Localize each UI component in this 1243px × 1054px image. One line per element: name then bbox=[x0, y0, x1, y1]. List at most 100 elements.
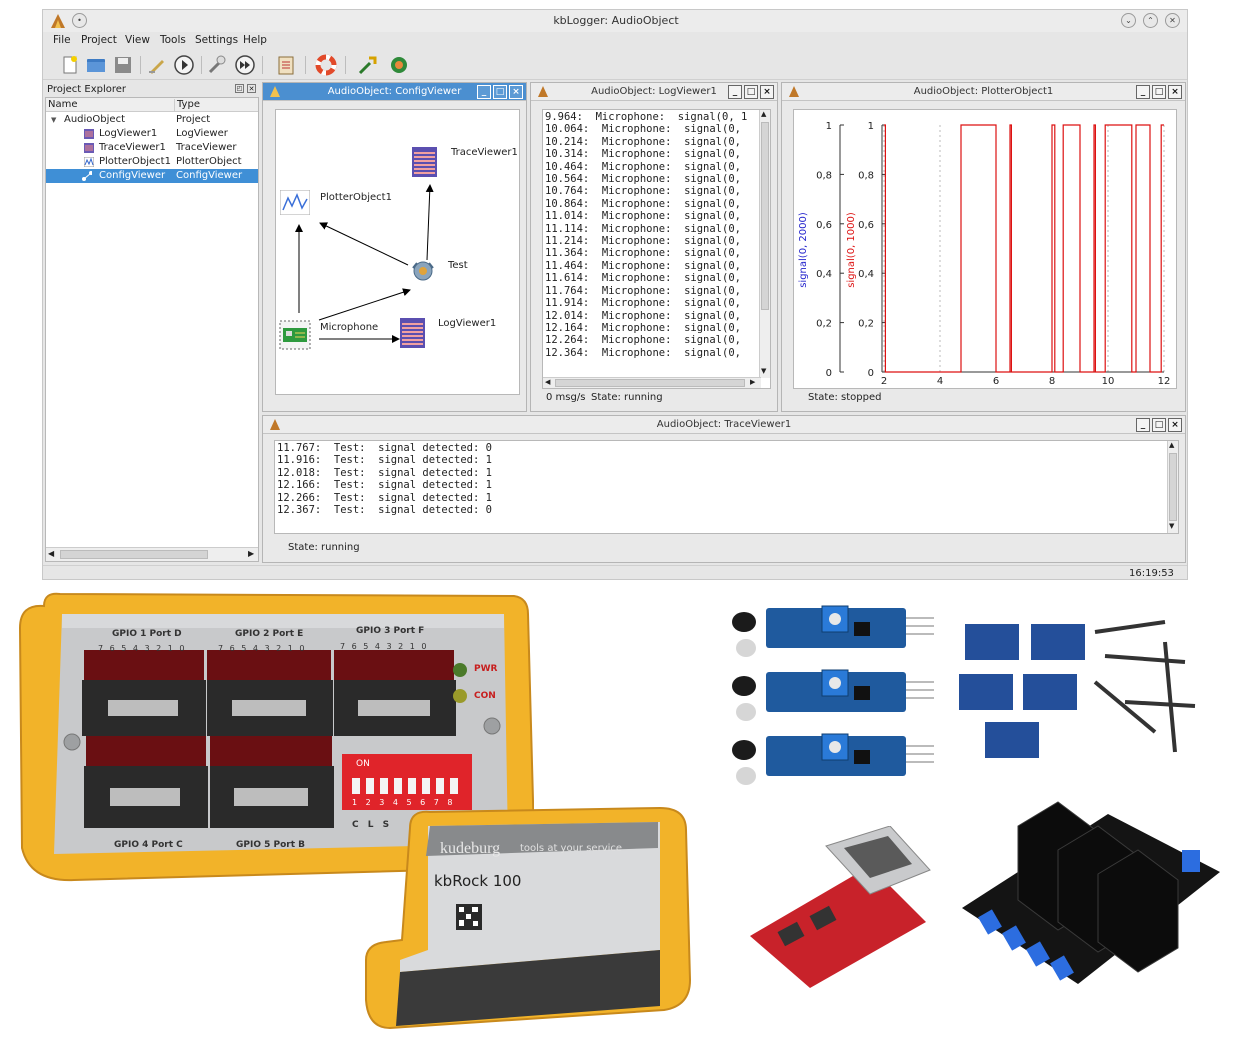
test-node-icon[interactable] bbox=[408, 256, 438, 282]
column-type-header[interactable]: Type bbox=[174, 99, 258, 112]
tools-icon[interactable] bbox=[206, 54, 228, 76]
plotter-title: AudioObject: PlotterObject1 bbox=[913, 86, 1054, 97]
column-name-header[interactable]: Name bbox=[48, 99, 78, 110]
panel-maximize-button[interactable]: □ bbox=[493, 85, 507, 99]
log-line: 12.364: Microphone: signal(0, bbox=[545, 346, 741, 359]
gpio5-label: GPIO 5 Port B bbox=[236, 840, 306, 850]
horizontal-scrollbar[interactable]: ◀ ▶ bbox=[46, 547, 258, 561]
panel-minimize-button[interactable]: _ bbox=[728, 85, 742, 99]
scroll-left-icon[interactable]: ◀ bbox=[48, 549, 54, 558]
panel-close-button[interactable]: × bbox=[1168, 85, 1182, 99]
ir-sensors-photo bbox=[726, 602, 950, 814]
panel-maximize-button[interactable]: □ bbox=[1152, 85, 1166, 99]
log-text-area[interactable]: 9.964: Microphone: signal(0, 1 10.064: Mi… bbox=[542, 109, 771, 389]
scroll-up-icon[interactable]: ▲ bbox=[1169, 441, 1174, 449]
microphone-node-icon[interactable] bbox=[279, 320, 311, 350]
log-line: 12.164: Microphone: signal(0, bbox=[545, 321, 741, 334]
gpio1-bits: 7 6 5 4 3 2 1 0 bbox=[98, 644, 187, 653]
lifebuoy-icon[interactable] bbox=[315, 54, 337, 76]
gpio4-label: GPIO 4 Port C bbox=[114, 840, 183, 850]
edit-icon[interactable] bbox=[146, 54, 168, 76]
panel-minimize-button[interactable]: _ bbox=[1136, 85, 1150, 99]
panel-maximize-button[interactable]: □ bbox=[1152, 418, 1166, 432]
save-icon[interactable] bbox=[112, 54, 134, 76]
y-tick-label: 1 bbox=[826, 121, 832, 132]
build-icon[interactable] bbox=[357, 54, 379, 76]
trace-line: 12.166: Test: signal detected: 1 bbox=[277, 479, 492, 492]
log-line: 11.214: Microphone: signal(0, bbox=[545, 235, 741, 248]
plot-area: 2 4 6 8 10 12 0 0,2 0,4 0,6 0,8 1 signal(0, 2000) 0 0,… bbox=[793, 109, 1177, 389]
plotter-node-icon[interactable] bbox=[280, 190, 310, 215]
log-line: 9.964: Microphone: signal(0, 1 bbox=[545, 111, 748, 123]
panel-maximize-button[interactable]: □ bbox=[744, 85, 758, 99]
fast-forward-icon[interactable] bbox=[234, 54, 256, 76]
log-viewer-panel: AudioObject: LogViewer1 _ □ × 9.964: Micro… bbox=[530, 82, 778, 412]
trace-text-area[interactable]: 11.767: Test: signal detected: 0 11.916: … bbox=[274, 440, 1179, 534]
toolbar bbox=[43, 50, 1187, 80]
horizontal-scrollbar[interactable]: ◀ ▶ bbox=[543, 377, 761, 388]
trace-viewer-node-icon[interactable] bbox=[412, 147, 437, 177]
scroll-up-icon[interactable]: ▲ bbox=[761, 110, 766, 118]
menu-tools[interactable]: Tools bbox=[160, 34, 186, 46]
menu-settings[interactable]: Settings bbox=[195, 34, 238, 46]
scroll-left-icon[interactable]: ◀ bbox=[545, 378, 550, 386]
tree-row-configviewer[interactable]: ConfigViewer ConfigViewer bbox=[46, 169, 258, 183]
usb-charger-photo bbox=[740, 826, 936, 994]
panel-close-button[interactable]: × bbox=[760, 85, 774, 99]
panel-minimize-button[interactable]: _ bbox=[1136, 418, 1150, 432]
clipboard-icon[interactable] bbox=[275, 54, 297, 76]
new-file-icon[interactable] bbox=[59, 54, 81, 76]
gpio2-bits: 7 6 5 4 3 2 1 0 bbox=[218, 644, 307, 653]
tree-row-plotterobject1[interactable]: PlotterObject1 PlotterObject bbox=[46, 155, 258, 169]
close-panel-button[interactable]: ✕ bbox=[247, 84, 256, 93]
gpio3-bits: 7 6 5 4 3 2 1 0 bbox=[340, 642, 429, 651]
vertical-scrollbar[interactable]: ▲ ▼ bbox=[1167, 441, 1178, 533]
panel-minimize-button[interactable]: _ bbox=[477, 85, 491, 99]
log-viewer-icon bbox=[84, 129, 94, 139]
menu-project[interactable]: Project bbox=[81, 34, 117, 46]
edge-test-plotter bbox=[319, 222, 409, 266]
scroll-down-icon[interactable]: ▼ bbox=[1169, 522, 1174, 530]
microphone-node-label: Microphone bbox=[320, 322, 379, 333]
tree-row-audioobject[interactable]: ▼ AudioObject Project bbox=[46, 113, 258, 127]
scroll-right-icon[interactable]: ▶ bbox=[248, 549, 254, 558]
log-line: 11.364: Microphone: signal(0, bbox=[545, 247, 741, 260]
tree-row-logviewer1[interactable]: LogViewer1 LogViewer bbox=[46, 127, 258, 141]
kbrock-drawing bbox=[365, 806, 692, 1030]
menu-file[interactable]: File bbox=[53, 34, 71, 46]
panel-close-button[interactable]: × bbox=[1168, 418, 1182, 432]
log-viewer-node-icon[interactable] bbox=[400, 318, 425, 348]
minimize-button[interactable]: ⌄ bbox=[1121, 13, 1136, 28]
network-icon[interactable] bbox=[388, 54, 410, 76]
scrollbar-thumb[interactable] bbox=[60, 550, 208, 559]
log-line: 11.914: Microphone: signal(0, bbox=[545, 297, 741, 310]
scroll-down-icon[interactable]: ▼ bbox=[761, 367, 766, 375]
open-folder-icon[interactable] bbox=[85, 54, 107, 76]
panel-close-button[interactable]: × bbox=[509, 85, 523, 99]
pwr-led-label: PWR bbox=[474, 664, 498, 674]
con-led-label: CON bbox=[474, 691, 496, 701]
play-icon[interactable] bbox=[173, 54, 195, 76]
close-button[interactable]: ✕ bbox=[1165, 13, 1180, 28]
log-line: 12.264: Microphone: signal(0, bbox=[545, 334, 741, 347]
scrollbar-thumb[interactable] bbox=[1169, 453, 1177, 521]
menu-help[interactable]: Help bbox=[243, 34, 267, 46]
float-panel-button[interactable]: ◰ bbox=[235, 84, 244, 93]
y-tick-label: 0,4 bbox=[816, 269, 832, 280]
log-line: 10.214: Microphone: signal(0, bbox=[545, 135, 741, 148]
expand-arrow-icon[interactable]: ▼ bbox=[51, 113, 56, 127]
menu-view[interactable]: View bbox=[125, 34, 150, 46]
scrollbar-thumb[interactable] bbox=[761, 122, 769, 310]
y-tick-label: 0 bbox=[868, 368, 874, 379]
scrollbar-thumb[interactable] bbox=[555, 379, 745, 387]
usb-charger-board-drawing bbox=[750, 826, 931, 988]
plotter-node-label: PlotterObject1 bbox=[320, 192, 392, 203]
log-line: 11.014: Microphone: signal(0, bbox=[545, 210, 741, 223]
trace-line: 11.916: Test: signal detected: 1 bbox=[277, 454, 492, 467]
tree-row-traceviewer1[interactable]: TraceViewer1 TraceViewer bbox=[46, 141, 258, 155]
ir-sensor-modules-drawing bbox=[731, 605, 935, 786]
maximize-button[interactable]: ⌃ bbox=[1143, 13, 1158, 28]
scroll-right-icon[interactable]: ▶ bbox=[750, 378, 755, 386]
status-clock: 16:19:53 bbox=[1129, 568, 1174, 579]
vertical-scrollbar[interactable]: ▲ ▼ bbox=[759, 110, 770, 378]
